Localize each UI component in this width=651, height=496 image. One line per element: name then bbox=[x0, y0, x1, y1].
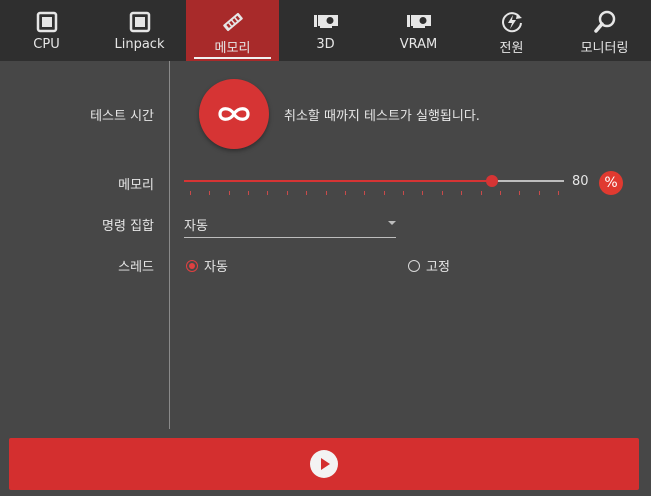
infinite-duration-button[interactable] bbox=[199, 79, 269, 149]
infinity-icon bbox=[218, 107, 250, 121]
instruction-set-value: 자동 bbox=[184, 219, 208, 234]
radio-label: 고정 bbox=[426, 260, 450, 275]
radio-circle bbox=[408, 259, 420, 272]
instruction-set-select[interactable]: 자동 bbox=[184, 211, 396, 238]
vram-card-icon bbox=[405, 9, 433, 35]
instruction-set-label: 명령 집합 bbox=[102, 219, 154, 234]
magnifier-icon bbox=[591, 9, 619, 35]
memory-stick-icon bbox=[219, 9, 247, 35]
label-divider bbox=[169, 61, 170, 429]
radio-label: 자동 bbox=[204, 260, 228, 275]
slider-tick bbox=[519, 191, 521, 195]
test-duration-description: 취소할 때까지 테스트가 실행됩니다. bbox=[284, 109, 480, 124]
slider-tick bbox=[499, 191, 501, 195]
tab-memory[interactable]: 메모리 bbox=[186, 0, 279, 61]
play-icon bbox=[310, 450, 338, 478]
tab-label: CPU bbox=[33, 37, 60, 52]
slider-tick bbox=[248, 191, 250, 195]
slider-tick bbox=[209, 191, 211, 195]
tab-label: Linpack bbox=[114, 37, 165, 52]
threads-radio-auto[interactable]: 자동 bbox=[186, 256, 228, 275]
slider-tick bbox=[538, 191, 540, 195]
chevron-down-icon bbox=[388, 221, 396, 225]
tab-bar: CPU Linpack 메모리 3D VRAM 전원 모니터링 bbox=[0, 0, 651, 61]
threads-label: 스레드 bbox=[118, 260, 154, 275]
slider-tick bbox=[422, 191, 424, 195]
percent-badge[interactable]: % bbox=[599, 171, 623, 195]
slider-tick bbox=[403, 191, 405, 195]
slider-tick bbox=[306, 191, 308, 195]
slider-tick bbox=[190, 191, 191, 195]
slider-tick bbox=[267, 191, 269, 195]
slider-ticks bbox=[184, 191, 564, 196]
tab-linpack[interactable]: Linpack bbox=[93, 0, 186, 61]
radio-circle bbox=[186, 259, 198, 272]
slider-tick bbox=[364, 191, 366, 195]
tab-label: VRAM bbox=[399, 37, 438, 52]
slider-tick bbox=[480, 191, 482, 195]
slider-tick bbox=[344, 191, 346, 195]
test-time-label: 테스트 시간 bbox=[90, 109, 154, 124]
threads-radio-fixed[interactable]: 고정 bbox=[408, 256, 450, 275]
tab-label: 메모리 bbox=[214, 41, 251, 56]
slider-tick bbox=[383, 191, 385, 195]
slider-fill bbox=[184, 180, 492, 182]
slider-tick bbox=[441, 191, 443, 195]
memory-value: 80 bbox=[572, 174, 589, 189]
slider-tick bbox=[558, 191, 559, 195]
tab-label: 전원 bbox=[499, 41, 524, 56]
start-test-button[interactable] bbox=[9, 438, 639, 490]
tab-cpu[interactable]: CPU bbox=[0, 0, 93, 61]
tab-3d[interactable]: 3D bbox=[279, 0, 372, 61]
linpack-chip-icon bbox=[126, 9, 154, 35]
cpu-chip-icon bbox=[33, 9, 61, 35]
tab-vram[interactable]: VRAM bbox=[372, 0, 465, 61]
tab-label: 모니터링 bbox=[580, 41, 629, 56]
tab-monitoring[interactable]: 모니터링 bbox=[558, 0, 651, 61]
memory-label: 메모리 bbox=[118, 178, 154, 193]
slider-tick bbox=[461, 191, 463, 195]
slider-tick bbox=[286, 191, 288, 195]
tab-power[interactable]: 전원 bbox=[465, 0, 558, 61]
tab-label: 3D bbox=[316, 37, 335, 52]
power-cycle-icon bbox=[498, 9, 526, 35]
memory-slider[interactable] bbox=[184, 172, 564, 196]
gpu-card-icon bbox=[312, 9, 340, 35]
slider-tick bbox=[325, 191, 327, 195]
active-tab-indicator bbox=[194, 57, 271, 59]
slider-thumb[interactable] bbox=[486, 175, 498, 187]
slider-tick bbox=[228, 191, 230, 195]
